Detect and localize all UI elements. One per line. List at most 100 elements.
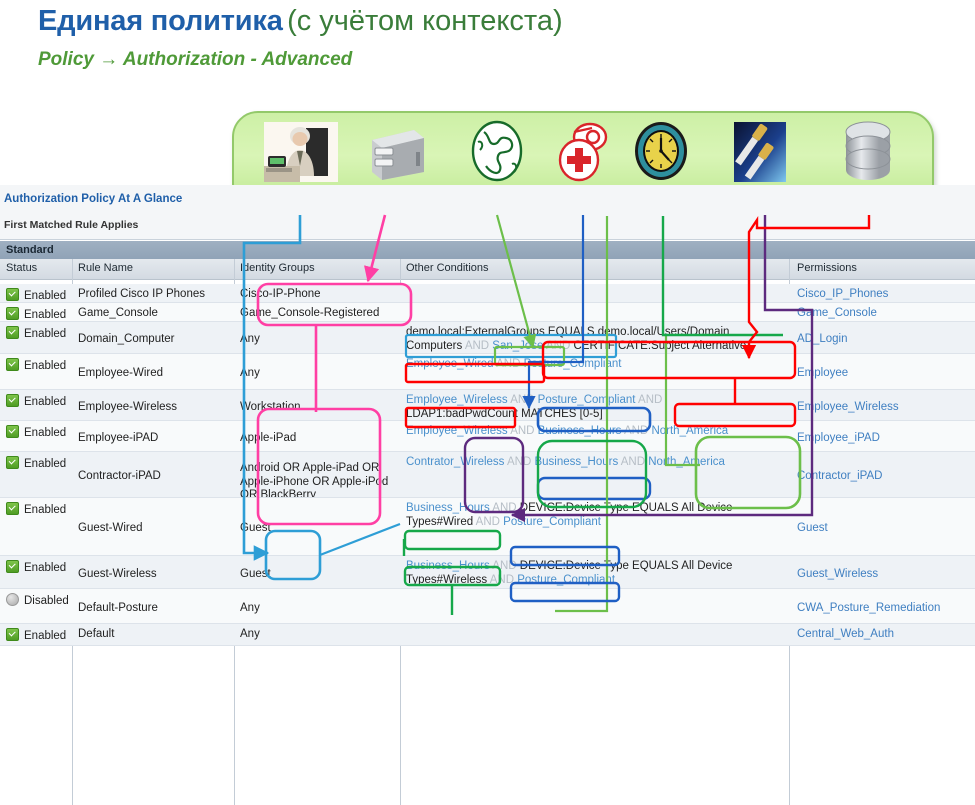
- permission-value[interactable]: CWA_Posture_Remediation: [797, 602, 940, 616]
- other-conditions-value[interactable]: Employee_Wireless AND Business_Hours AND…: [406, 425, 776, 439]
- status-label: Enabled: [24, 360, 67, 372]
- condition-token: AND: [638, 394, 663, 406]
- database-icon: [828, 120, 908, 182]
- status-badge: Disabled: [6, 593, 69, 609]
- page-title: Единая политика (с учётом контекста) Pol…: [38, 4, 958, 72]
- status-badge: Enabled: [6, 456, 66, 472]
- table-row[interactable]: Enabled Guest-Wireless Guest Business_Hours…: [0, 556, 975, 589]
- rule-name[interactable]: Game_Console: [78, 307, 158, 321]
- status-badge: Enabled: [6, 425, 66, 441]
- status-label: Enabled: [24, 504, 67, 516]
- condition-token: AND: [496, 358, 521, 370]
- checkbox-checked-icon[interactable]: [6, 394, 19, 407]
- permission-value[interactable]: Guest: [797, 522, 828, 536]
- status-label: Enabled: [24, 309, 67, 321]
- condition-token: AND: [492, 560, 517, 572]
- status-label: Enabled: [24, 562, 67, 574]
- condition-token: San_Jose: [492, 339, 544, 352]
- printer-icon: [340, 120, 452, 182]
- condition-token: Business_Hours: [537, 425, 622, 437]
- checkbox-checked-icon[interactable]: [6, 502, 19, 515]
- other-conditions-value[interactable]: Contrator_Wireless AND Business_Hours AN…: [406, 456, 776, 470]
- rule-name[interactable]: Employee-Wired: [78, 367, 163, 381]
- table-row[interactable]: Enabled Domain_Computer Any demo.local:Exte…: [0, 322, 975, 379]
- breadcrumb-policy: Policy: [38, 49, 94, 70]
- identity-groups-value[interactable]: Workstation: [240, 401, 390, 415]
- disabled-circle-icon[interactable]: [6, 593, 19, 606]
- rule-name[interactable]: Employee-Wireless: [78, 401, 177, 415]
- condition-token: AND: [510, 394, 535, 406]
- table-row[interactable]: Enabled Employee-Wireless Workstation Emplo…: [0, 390, 975, 421]
- checkbox-checked-icon[interactable]: [6, 560, 19, 573]
- permission-value[interactable]: Employee: [797, 367, 848, 381]
- checkbox-checked-icon[interactable]: [6, 425, 19, 438]
- table-row[interactable]: Enabled Guest-Wired Guest Business_Hours AN…: [0, 498, 975, 556]
- rule-name[interactable]: Profiled Cisco IP Phones: [78, 288, 205, 302]
- rule-name[interactable]: Contractor-iPAD: [78, 470, 161, 484]
- condition-token: AND: [623, 425, 649, 437]
- rule-name[interactable]: Default: [78, 628, 114, 642]
- table-row[interactable]: Disabled Default-Posture Any CWA_Posture_Re…: [0, 589, 975, 624]
- checkbox-checked-icon[interactable]: [6, 307, 19, 320]
- identity-groups-value[interactable]: Cisco-IP-Phone: [240, 288, 390, 302]
- breadcrumb: Policy → Authorization - Advanced: [38, 48, 958, 72]
- condition-token: AND: [489, 573, 515, 586]
- permission-value[interactable]: Game_Console: [797, 307, 877, 321]
- condition-token: AND: [546, 339, 571, 352]
- permission-value[interactable]: Employee_iPAD: [797, 432, 880, 446]
- identity-groups-value[interactable]: Guest: [240, 568, 390, 582]
- identity-groups-value[interactable]: Any: [240, 602, 390, 616]
- identity-groups-value[interactable]: Game_Console-Registered: [240, 307, 390, 321]
- checkbox-checked-icon[interactable]: [6, 358, 19, 371]
- arrow-right-icon: →: [99, 49, 119, 70]
- condition-token: AND: [506, 456, 532, 468]
- other-conditions-value[interactable]: Employee_Wireless AND Posture_Compliant …: [406, 394, 776, 421]
- checkbox-checked-icon[interactable]: [6, 326, 19, 339]
- permission-value[interactable]: AD_Login: [797, 333, 848, 347]
- permission-value[interactable]: Employee_Wireless: [797, 401, 899, 415]
- status-badge: Enabled: [6, 502, 66, 518]
- status-label: Enabled: [24, 458, 67, 470]
- rule-name[interactable]: Default-Posture: [78, 602, 158, 616]
- permission-value[interactable]: Central_Web_Auth: [797, 628, 894, 642]
- table-row[interactable]: Enabled Employee-Wired Any Employee_Wired A…: [0, 354, 975, 390]
- table-row[interactable]: Enabled Contractor-iPAD Android OR Apple-i…: [0, 452, 975, 501]
- condition-token: Employee_Wireless: [406, 394, 508, 406]
- identity-groups-value[interactable]: Any: [240, 333, 390, 347]
- clock-icon: [625, 120, 697, 182]
- rule-name[interactable]: Guest-Wired: [78, 522, 143, 536]
- other-conditions-value[interactable]: Business_Hours AND DEVICE:Device Type EQ…: [406, 502, 776, 529]
- rule-name[interactable]: Guest-Wireless: [78, 568, 157, 582]
- identity-groups-value[interactable]: Any: [240, 367, 390, 381]
- permission-value[interactable]: Contractor_iPAD: [797, 470, 882, 484]
- cable-connector-icon: [695, 120, 825, 182]
- table-row[interactable]: Enabled Game_Console Game_Console-Register…: [0, 303, 975, 322]
- status-badge: Enabled: [6, 394, 66, 410]
- identity-groups-value[interactable]: Guest: [240, 522, 390, 536]
- condition-token: Posture_Compliant: [537, 394, 636, 406]
- rule-name[interactable]: Domain_Computer: [78, 333, 175, 347]
- permission-value[interactable]: Guest_Wireless: [797, 568, 878, 582]
- checkbox-checked-icon[interactable]: [6, 288, 19, 301]
- table-row[interactable]: Enabled Default Any Central_Web_Auth: [0, 624, 975, 646]
- other-conditions-value[interactable]: Business_Hours AND DEVICE:Device Type EQ…: [406, 560, 776, 587]
- status-badge: Enabled: [6, 628, 66, 644]
- table-row[interactable]: Enabled Employee-iPAD Apple-iPad Employee_W…: [0, 421, 975, 452]
- table-row[interactable]: Enabled Profiled Cisco IP Phones Cisco-IP-…: [0, 284, 975, 303]
- other-conditions-value[interactable]: Employee_Wired AND Posture_Compliant: [406, 358, 776, 372]
- checkbox-checked-icon[interactable]: [6, 628, 19, 641]
- condition-token: North_America: [648, 456, 725, 468]
- condition-token: LDAP1:badPwdCount MATCHES [0-5]: [406, 407, 603, 420]
- condition-token: AND: [492, 502, 517, 514]
- status-label: Enabled: [24, 630, 67, 642]
- status-badge: Enabled: [6, 358, 66, 374]
- identity-groups-value[interactable]: Apple-iPad: [240, 432, 390, 446]
- identity-groups-value[interactable]: Any: [240, 628, 390, 642]
- checkbox-checked-icon[interactable]: [6, 456, 19, 469]
- status-label: Enabled: [24, 290, 67, 302]
- person-at-desk-icon: [255, 120, 347, 182]
- permission-value[interactable]: Cisco_IP_Phones: [797, 288, 888, 302]
- standard-section-bar: Standard: [0, 240, 975, 260]
- rule-name[interactable]: Employee-iPAD: [78, 432, 158, 446]
- condition-token: Business_Hours: [534, 456, 619, 468]
